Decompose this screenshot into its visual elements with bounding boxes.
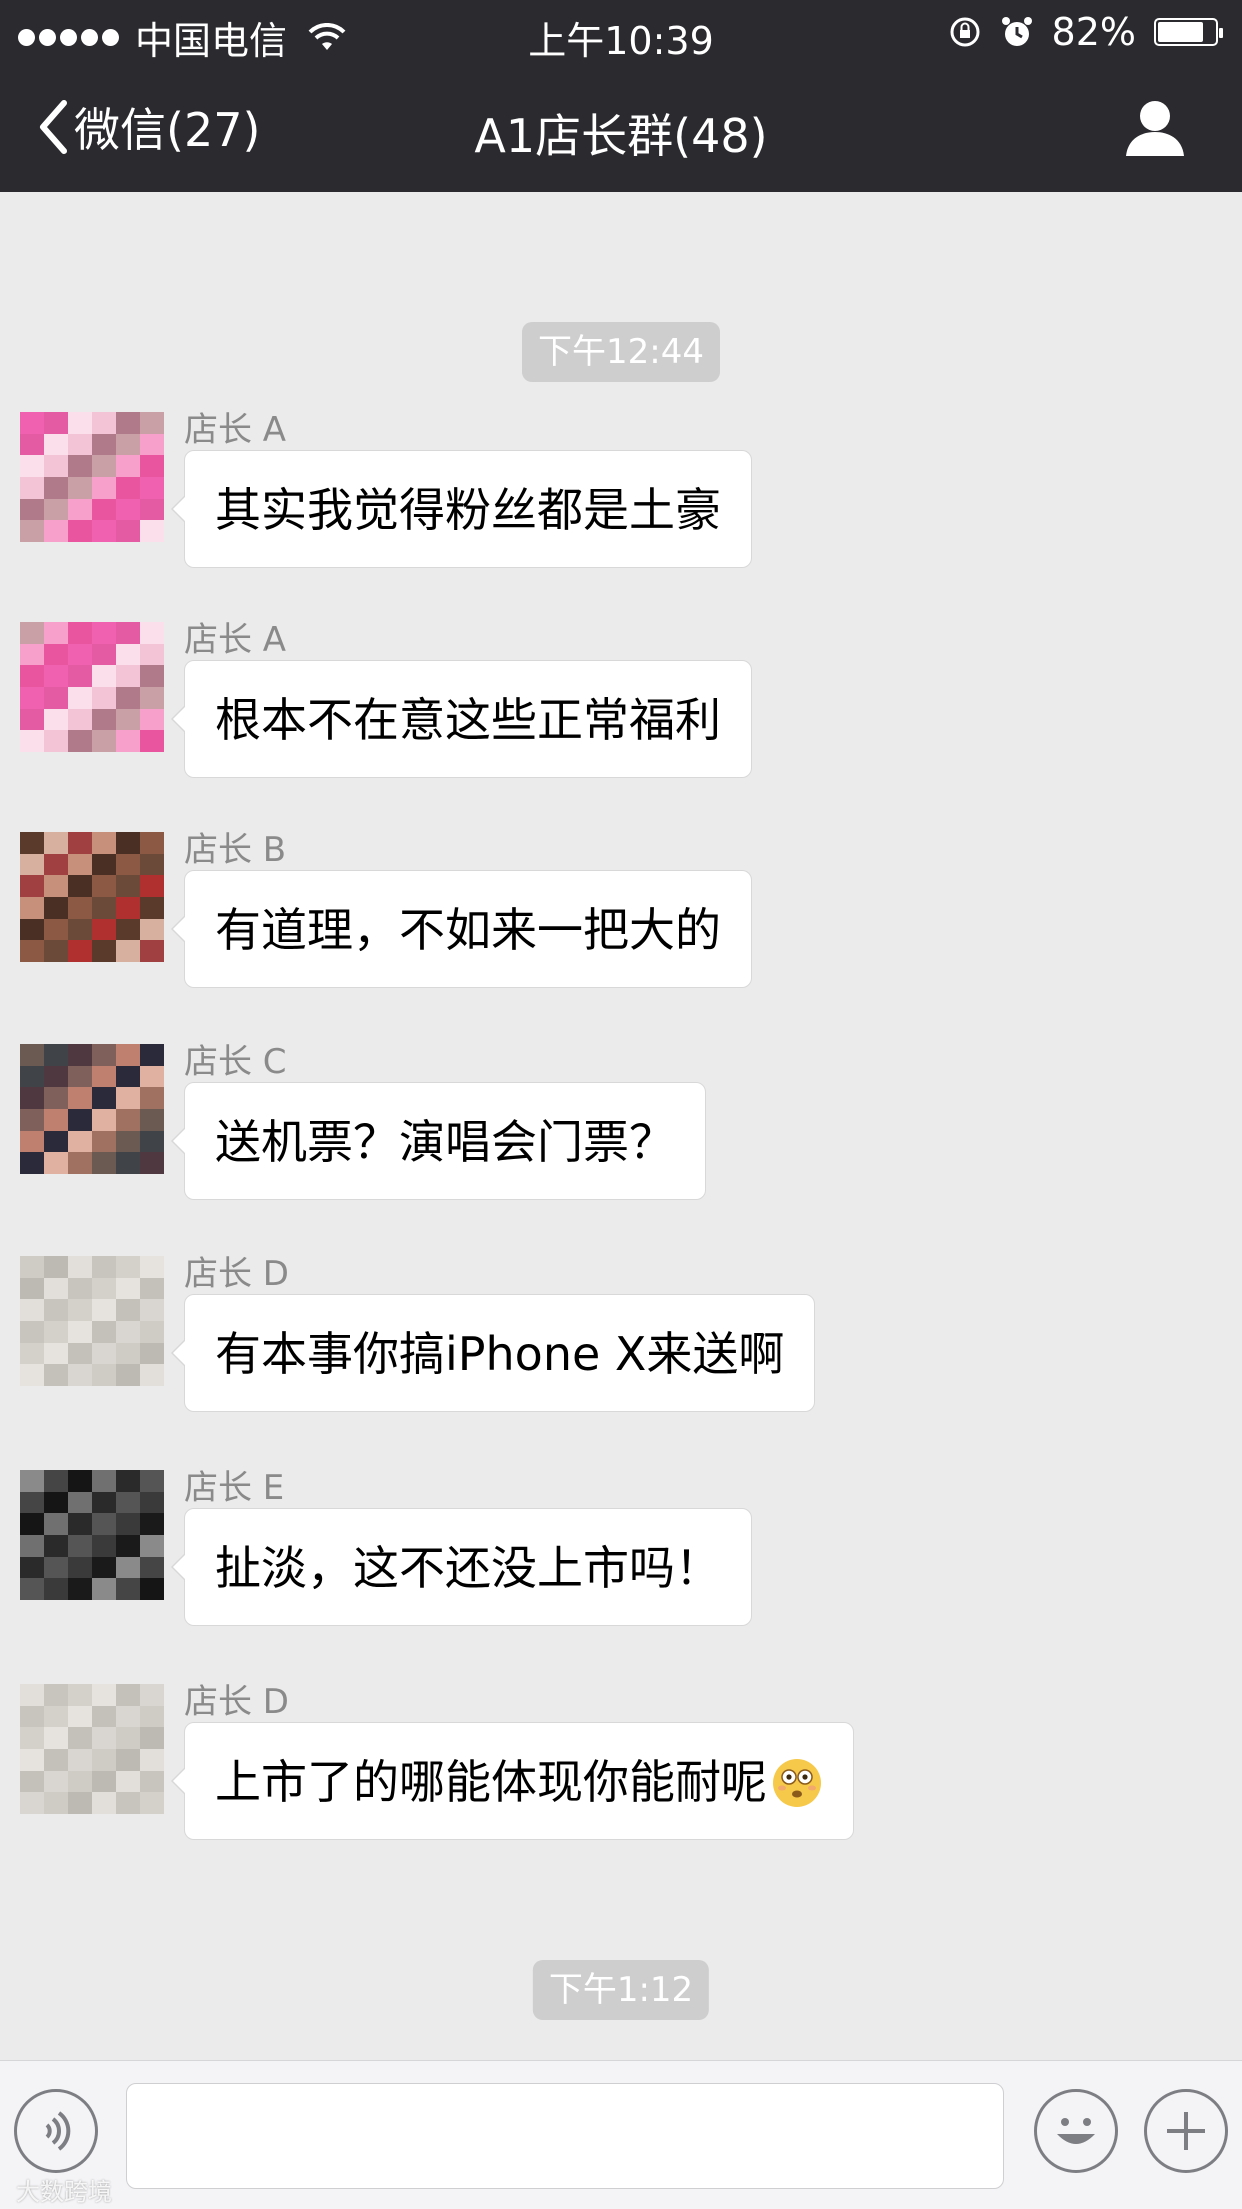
voice-icon (45, 2111, 71, 2151)
more-options-button[interactable] (1144, 2089, 1228, 2173)
message-text: 有道理，不如来一把大的 (215, 903, 721, 957)
avatar[interactable] (20, 1470, 164, 1600)
battery-fill (1158, 22, 1204, 42)
message-bubble[interactable]: 有道理，不如来一把大的 (171, 870, 752, 988)
avatar[interactable] (20, 622, 164, 752)
avatar[interactable] (20, 832, 164, 962)
message-bubble[interactable]: 其实我觉得粉丝都是土豪 (171, 450, 752, 568)
sender-name: 店长 A (184, 410, 287, 450)
avatar[interactable] (20, 412, 164, 542)
message-text: 有本事你搞iPhone X来送啊 (215, 1327, 785, 1381)
avatar[interactable] (20, 1256, 164, 1386)
sender-name: 店长 B (184, 830, 287, 870)
flushed-emoji-icon (773, 1758, 821, 1807)
message-text: 其实我觉得粉丝都是土豪 (215, 483, 721, 537)
message-bubble[interactable]: 上市了的哪能体现你能耐呢 (171, 1722, 854, 1840)
watermark: 大数跨境 (16, 2178, 112, 2206)
chat-history[interactable]: 下午12:44 店长 A 其实我觉得粉丝都是土豪 店长 A 根本不在意这些正常福… (0, 192, 1242, 2060)
battery-percentage: 82% (1051, 10, 1136, 54)
navigation-bar: 微信(27) A1店长群(48) (0, 64, 1242, 192)
message-bubble[interactable]: 扯淡，这不还没上市吗！ (171, 1508, 752, 1626)
voice-input-button[interactable] (14, 2089, 98, 2173)
message-text: 根本不在意这些正常福利 (215, 693, 721, 747)
input-bar (0, 2060, 1242, 2209)
message-text: 扯淡，这不还没上市吗！ (215, 1541, 721, 1595)
chat-title: A1店长群(48) (474, 109, 768, 163)
sender-name: 店长 D (184, 1682, 289, 1722)
message-bubble[interactable]: 根本不在意这些正常福利 (171, 660, 752, 778)
group-info-icon[interactable] (1124, 98, 1186, 158)
message-text: 送机票？演唱会门票？ (215, 1115, 675, 1169)
status-bar: 中国电信 上午10:39 82% (0, 0, 1242, 64)
emoji-button[interactable] (1034, 2089, 1118, 2173)
battery-icon (1154, 18, 1223, 46)
plus-icon (1167, 2112, 1205, 2150)
message-input[interactable] (126, 2083, 1004, 2189)
rotation-lock-icon (950, 17, 980, 47)
message-bubble[interactable]: 有本事你搞iPhone X来送啊 (170, 1294, 816, 1412)
smiley-icon (1057, 2118, 1095, 2144)
timestamp-separator: 下午12:44 (522, 322, 720, 382)
message-bubble[interactable]: 送机票？演唱会门票？ (171, 1082, 706, 1200)
message-text: 上市了的哪能体现你能耐呢 (215, 1755, 767, 1809)
sender-name: 店长 E (184, 1468, 285, 1508)
sender-name: 店长 D (184, 1254, 289, 1294)
timestamp-separator: 下午1:12 (532, 1960, 710, 2020)
sender-name: 店长 C (184, 1042, 287, 1082)
status-bar-right: 82% (948, 10, 1223, 54)
avatar[interactable] (20, 1684, 164, 1814)
avatar[interactable] (20, 1044, 164, 1174)
sender-name: 店长 A (184, 620, 287, 660)
alarm-icon (1001, 17, 1032, 46)
